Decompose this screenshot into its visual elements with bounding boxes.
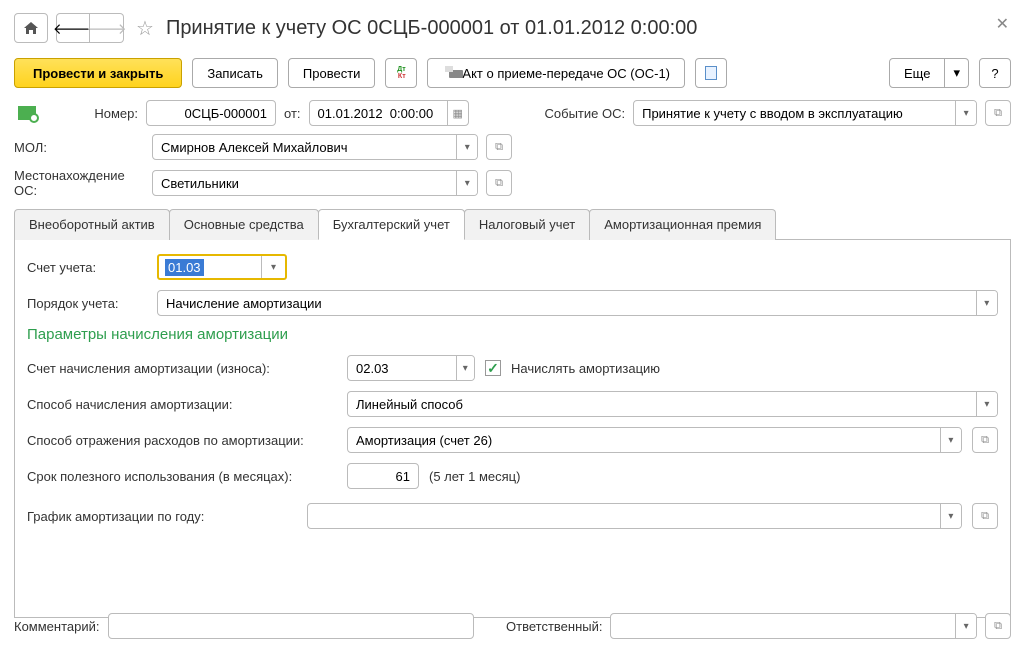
responsible-input-box[interactable]: ▾ xyxy=(610,613,977,639)
dropdown-icon[interactable]: ▾ xyxy=(955,614,976,638)
life-input-box[interactable] xyxy=(347,463,419,489)
calendar-icon[interactable]: ▦ xyxy=(447,101,468,125)
responsible-label: Ответственный: xyxy=(506,619,602,634)
depr-acc-input-box[interactable]: ▾ xyxy=(347,355,475,381)
printer-icon xyxy=(442,66,456,80)
schedule-label: График амортизации по году: xyxy=(27,509,297,524)
calc-depr-label: Начислять амортизацию xyxy=(511,361,660,376)
tabs: Внеоборотный актив Основные средства Бух… xyxy=(14,208,1011,240)
location-input-box[interactable]: ▾ xyxy=(152,170,478,196)
schedule-open-button[interactable]: ⧉ xyxy=(972,503,998,529)
dropdown-icon[interactable]: ▾ xyxy=(456,171,477,195)
more-button[interactable]: Еще xyxy=(889,58,945,88)
account-input-box[interactable]: 01.03 ▾ xyxy=(157,254,287,280)
schedule-input[interactable] xyxy=(308,504,940,528)
responsible-input[interactable] xyxy=(611,614,955,638)
tab-content: Счет учета: 01.03 ▾ Порядок учета: ▾ Пар… xyxy=(14,240,1011,618)
dropdown-icon[interactable]: ▾ xyxy=(456,135,477,159)
dropdown-icon[interactable]: ▾ xyxy=(940,428,961,452)
document-window: 🡐 🡒 ☆ Принятие к учету ОС 0СЦБ-000001 от… xyxy=(0,0,1025,649)
location-open-button[interactable]: ⧉ xyxy=(486,170,512,196)
number-input[interactable] xyxy=(147,101,275,125)
more-dropdown[interactable]: ▾ xyxy=(945,58,969,88)
method-input[interactable] xyxy=(348,392,976,416)
depr-acc-input[interactable] xyxy=(348,356,456,380)
tab-depr-bonus[interactable]: Амортизационная премия xyxy=(589,209,776,240)
mol-open-button[interactable]: ⧉ xyxy=(486,134,512,160)
from-label: от: xyxy=(284,106,301,121)
mol-label: МОЛ: xyxy=(14,140,144,155)
footer-row: Комментарий: Ответственный: ▾ ⧉ xyxy=(14,613,1011,639)
life-label: Срок полезного использования (в месяцах)… xyxy=(27,469,337,484)
status-posted-icon xyxy=(14,106,40,120)
location-label: Местонахождение ОС: xyxy=(14,168,144,198)
number-label: Номер: xyxy=(48,106,138,121)
nav-forward-button[interactable]: 🡒 xyxy=(90,13,124,43)
depr-section-header: Параметры начисления амортизации xyxy=(27,326,998,343)
help-button[interactable]: ? xyxy=(979,58,1011,88)
order-input[interactable] xyxy=(158,291,976,315)
date-input-box[interactable]: ▦ xyxy=(309,100,469,126)
titlebar: 🡐 🡒 ☆ Принятие к учету ОС 0СЦБ-000001 от… xyxy=(14,8,1011,48)
toolbar: Провести и закрыть Записать Провести ДтК… xyxy=(14,48,1011,100)
life-input[interactable] xyxy=(348,464,418,488)
post-button[interactable]: Провести xyxy=(288,58,376,88)
tab-accounting[interactable]: Бухгалтерский учет xyxy=(318,209,465,240)
dropdown-icon[interactable]: ▾ xyxy=(456,356,474,380)
act-print-label: Акт о приеме-передаче ОС (ОС-1) xyxy=(462,66,670,81)
tab-fixed-assets[interactable]: Основные средства xyxy=(169,209,319,240)
schedule-input-box[interactable]: ▾ xyxy=(307,503,962,529)
expense-label: Способ отражения расходов по амортизации… xyxy=(27,433,337,448)
comment-input-box[interactable] xyxy=(108,613,475,639)
event-input-box[interactable]: ▾ xyxy=(633,100,977,126)
event-open-button[interactable]: ⧉ xyxy=(985,100,1011,126)
favorite-star-icon[interactable]: ☆ xyxy=(136,16,154,41)
comment-label: Комментарий: xyxy=(14,619,100,634)
dtkt-button[interactable]: ДтКт xyxy=(385,58,417,88)
calc-depr-checkbox[interactable]: ✓ xyxy=(485,360,501,376)
mol-input-box[interactable]: ▾ xyxy=(152,134,478,160)
write-button[interactable]: Записать xyxy=(192,58,278,88)
account-value: 01.03 xyxy=(165,259,204,276)
close-icon[interactable]: ✕ xyxy=(996,14,1009,34)
date-input[interactable] xyxy=(310,101,447,125)
comment-input[interactable] xyxy=(109,614,474,638)
document-title: Принятие к учету ОС 0СЦБ-000001 от 01.01… xyxy=(166,17,697,40)
mol-input[interactable] xyxy=(153,135,456,159)
depr-acc-label: Счет начисления амортизации (износа): xyxy=(27,361,337,376)
responsible-open-button[interactable]: ⧉ xyxy=(985,613,1011,639)
act-print-button[interactable]: Акт о приеме-передаче ОС (ОС-1) xyxy=(427,58,685,88)
dropdown-icon[interactable]: ▾ xyxy=(976,392,997,416)
event-input[interactable] xyxy=(634,101,955,125)
dtkt-icon: ДтКт xyxy=(397,66,405,80)
tab-noncurrent-asset[interactable]: Внеоборотный актив xyxy=(14,209,170,240)
expense-input[interactable] xyxy=(348,428,940,452)
tab-tax[interactable]: Налоговый учет xyxy=(464,209,590,240)
post-and-close-button[interactable]: Провести и закрыть xyxy=(14,58,182,88)
method-input-box[interactable]: ▾ xyxy=(347,391,998,417)
dropdown-icon[interactable]: ▾ xyxy=(976,291,997,315)
method-label: Способ начисления амортизации: xyxy=(27,397,337,412)
document-icon xyxy=(705,66,717,80)
number-input-box[interactable] xyxy=(146,100,276,126)
order-label: Порядок учета: xyxy=(27,296,147,311)
nav-back-button[interactable]: 🡐 xyxy=(56,13,90,43)
order-input-box[interactable]: ▾ xyxy=(157,290,998,316)
event-label: Событие ОС: xyxy=(545,106,626,121)
account-label: Счет учета: xyxy=(27,260,147,275)
more-button-group: Еще ▾ xyxy=(889,58,969,88)
expense-input-box[interactable]: ▾ xyxy=(347,427,962,453)
dropdown-icon[interactable]: ▾ xyxy=(955,101,976,125)
dropdown-icon[interactable]: ▾ xyxy=(261,256,285,278)
dropdown-icon[interactable]: ▾ xyxy=(940,504,961,528)
expense-open-button[interactable]: ⧉ xyxy=(972,427,998,453)
home-button[interactable] xyxy=(14,13,48,43)
form-area: Номер: от: ▦ Событие ОС: ▾ ⧉ МОЛ: ▾ xyxy=(14,100,1011,618)
life-hint: (5 лет 1 месяц) xyxy=(429,469,520,484)
doc-button[interactable] xyxy=(695,58,727,88)
location-input[interactable] xyxy=(153,171,456,195)
